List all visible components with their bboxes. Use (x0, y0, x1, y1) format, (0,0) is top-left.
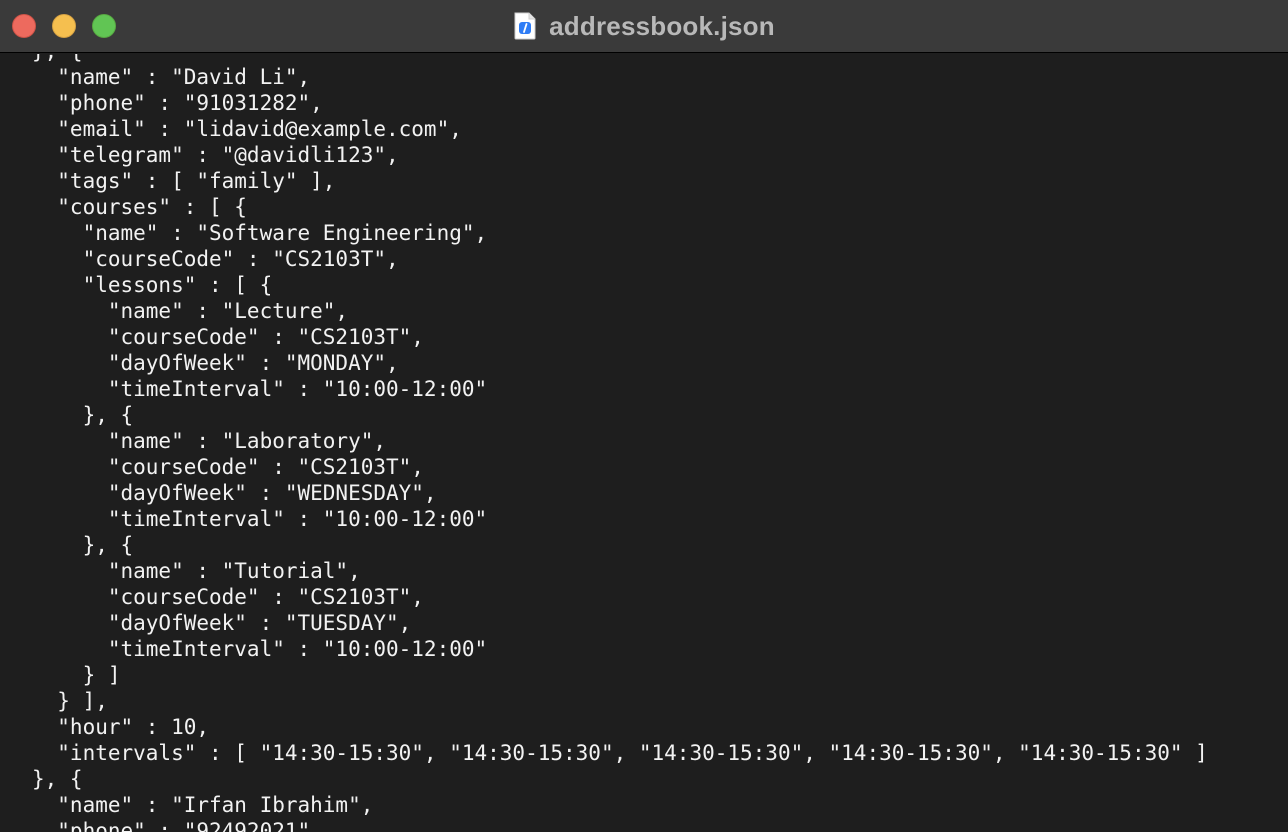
code-line: }, { (32, 403, 134, 427)
code-line: }, { (32, 54, 1208, 64)
code-line: "dayOfWeek" : "TUESDAY", (32, 611, 412, 635)
code-line: "hour" : 10, (32, 715, 210, 739)
window-title: addressbook.json (549, 11, 775, 41)
code-line: "name" : "Lecture", (32, 299, 349, 323)
code-line: "name" : "Irfan Ibrahim", (32, 793, 374, 817)
code-line: "timeInterval" : "10:00-12:00" (32, 377, 488, 401)
editor-content[interactable]: }, { "name" : "David Li", "phone" : "910… (0, 54, 1288, 832)
code-line: "lessons" : [ { (32, 273, 273, 297)
code-line: "name" : "Software Engineering", (32, 221, 488, 245)
code-line: "dayOfWeek" : "MONDAY", (32, 351, 399, 375)
code-line: "timeInterval" : "10:00-12:00" (32, 637, 488, 661)
json-code-view[interactable]: }, { "name" : "David Li", "phone" : "910… (32, 54, 1208, 832)
code-line: "courseCode" : "CS2103T", (32, 325, 424, 349)
code-line: "telegram" : "@davidli123", (32, 143, 399, 167)
title-bar[interactable]: addressbook.json (0, 0, 1288, 53)
code-line: } ], (32, 689, 108, 713)
code-line: "courseCode" : "CS2103T", (32, 455, 424, 479)
code-line: "timeInterval" : "10:00-12:00" (32, 507, 488, 531)
code-line: "courseCode" : "CS2103T", (32, 585, 424, 609)
json-document-icon (514, 12, 536, 39)
code-line: "dayOfWeek" : "WEDNESDAY", (32, 481, 437, 505)
code-line: } ] (32, 663, 121, 687)
code-line: "courseCode" : "CS2103T", (32, 247, 399, 271)
code-line: "name" : "Tutorial", (32, 559, 361, 583)
editor-window: addressbook.json }, { "name" : "David Li… (0, 0, 1288, 832)
code-line: "name" : "David Li", (32, 65, 311, 89)
title-group: addressbook.json (0, 0, 1288, 53)
code-line: "phone" : "91031282", (32, 91, 323, 115)
code-line: "phone" : "92492021", (32, 819, 323, 832)
code-line: "courses" : [ { (32, 195, 247, 219)
code-line: }, { (32, 767, 83, 791)
code-line: "email" : "lidavid@example.com", (32, 117, 462, 141)
code-line: "tags" : [ "family" ], (32, 169, 336, 193)
code-line: "name" : "Laboratory", (32, 429, 387, 453)
code-line: "intervals" : [ "14:30-15:30", "14:30-15… (32, 741, 1208, 765)
code-line: }, { (32, 533, 134, 557)
